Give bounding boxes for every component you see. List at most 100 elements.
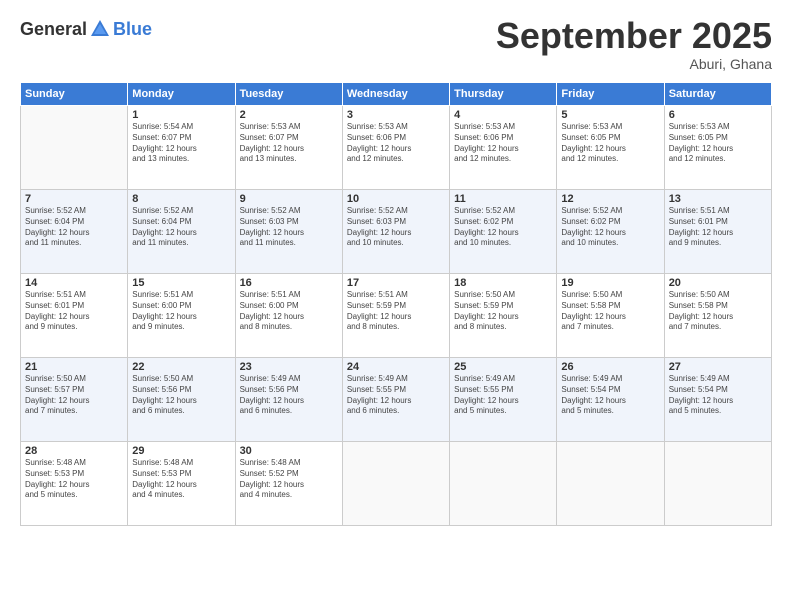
table-row: 19Sunrise: 5:50 AM Sunset: 5:58 PM Dayli… bbox=[557, 274, 664, 358]
day-info: Sunrise: 5:51 AM Sunset: 6:01 PM Dayligh… bbox=[25, 290, 123, 333]
day-number: 30 bbox=[240, 445, 338, 457]
day-number: 26 bbox=[561, 361, 659, 373]
day-info: Sunrise: 5:49 AM Sunset: 5:55 PM Dayligh… bbox=[454, 374, 552, 417]
table-row bbox=[664, 442, 771, 526]
day-number: 14 bbox=[25, 277, 123, 289]
logo-icon bbox=[89, 18, 111, 40]
day-info: Sunrise: 5:48 AM Sunset: 5:53 PM Dayligh… bbox=[25, 458, 123, 501]
table-row: 16Sunrise: 5:51 AM Sunset: 6:00 PM Dayli… bbox=[235, 274, 342, 358]
day-info: Sunrise: 5:53 AM Sunset: 6:06 PM Dayligh… bbox=[454, 122, 552, 165]
day-info: Sunrise: 5:54 AM Sunset: 6:07 PM Dayligh… bbox=[132, 122, 230, 165]
day-info: Sunrise: 5:52 AM Sunset: 6:04 PM Dayligh… bbox=[132, 206, 230, 249]
day-number: 28 bbox=[25, 445, 123, 457]
table-row: 2Sunrise: 5:53 AM Sunset: 6:07 PM Daylig… bbox=[235, 106, 342, 190]
table-row: 20Sunrise: 5:50 AM Sunset: 5:58 PM Dayli… bbox=[664, 274, 771, 358]
day-info: Sunrise: 5:50 AM Sunset: 5:58 PM Dayligh… bbox=[669, 290, 767, 333]
day-info: Sunrise: 5:49 AM Sunset: 5:56 PM Dayligh… bbox=[240, 374, 338, 417]
day-info: Sunrise: 5:51 AM Sunset: 6:00 PM Dayligh… bbox=[240, 290, 338, 333]
table-row: 13Sunrise: 5:51 AM Sunset: 6:01 PM Dayli… bbox=[664, 190, 771, 274]
day-info: Sunrise: 5:50 AM Sunset: 5:57 PM Dayligh… bbox=[25, 374, 123, 417]
day-info: Sunrise: 5:53 AM Sunset: 6:06 PM Dayligh… bbox=[347, 122, 445, 165]
day-number: 12 bbox=[561, 193, 659, 205]
day-number: 13 bbox=[669, 193, 767, 205]
day-info: Sunrise: 5:49 AM Sunset: 5:54 PM Dayligh… bbox=[669, 374, 767, 417]
day-number: 22 bbox=[132, 361, 230, 373]
day-number: 9 bbox=[240, 193, 338, 205]
table-row bbox=[557, 442, 664, 526]
table-row bbox=[21, 106, 128, 190]
day-info: Sunrise: 5:53 AM Sunset: 6:05 PM Dayligh… bbox=[669, 122, 767, 165]
month-title: September 2025 bbox=[496, 18, 772, 54]
day-number: 7 bbox=[25, 193, 123, 205]
day-info: Sunrise: 5:48 AM Sunset: 5:52 PM Dayligh… bbox=[240, 458, 338, 501]
logo: General Blue bbox=[20, 18, 152, 40]
table-row: 18Sunrise: 5:50 AM Sunset: 5:59 PM Dayli… bbox=[450, 274, 557, 358]
table-row: 8Sunrise: 5:52 AM Sunset: 6:04 PM Daylig… bbox=[128, 190, 235, 274]
day-number: 27 bbox=[669, 361, 767, 373]
day-info: Sunrise: 5:49 AM Sunset: 5:54 PM Dayligh… bbox=[561, 374, 659, 417]
day-info: Sunrise: 5:52 AM Sunset: 6:03 PM Dayligh… bbox=[240, 206, 338, 249]
day-number: 2 bbox=[240, 109, 338, 121]
location: Aburi, Ghana bbox=[496, 56, 772, 72]
day-info: Sunrise: 5:51 AM Sunset: 6:00 PM Dayligh… bbox=[132, 290, 230, 333]
header-thursday: Thursday bbox=[450, 83, 557, 106]
day-info: Sunrise: 5:52 AM Sunset: 6:02 PM Dayligh… bbox=[454, 206, 552, 249]
day-number: 25 bbox=[454, 361, 552, 373]
day-number: 15 bbox=[132, 277, 230, 289]
table-row: 12Sunrise: 5:52 AM Sunset: 6:02 PM Dayli… bbox=[557, 190, 664, 274]
header: General Blue September 2025 Aburi, Ghana bbox=[20, 18, 772, 72]
day-number: 8 bbox=[132, 193, 230, 205]
day-info: Sunrise: 5:50 AM Sunset: 5:58 PM Dayligh… bbox=[561, 290, 659, 333]
day-number: 6 bbox=[669, 109, 767, 121]
day-number: 16 bbox=[240, 277, 338, 289]
day-info: Sunrise: 5:52 AM Sunset: 6:03 PM Dayligh… bbox=[347, 206, 445, 249]
table-row: 15Sunrise: 5:51 AM Sunset: 6:00 PM Dayli… bbox=[128, 274, 235, 358]
header-friday: Friday bbox=[557, 83, 664, 106]
day-number: 3 bbox=[347, 109, 445, 121]
day-info: Sunrise: 5:51 AM Sunset: 6:01 PM Dayligh… bbox=[669, 206, 767, 249]
calendar-week-row: 28Sunrise: 5:48 AM Sunset: 5:53 PM Dayli… bbox=[21, 442, 772, 526]
day-number: 10 bbox=[347, 193, 445, 205]
day-number: 4 bbox=[454, 109, 552, 121]
day-info: Sunrise: 5:53 AM Sunset: 6:07 PM Dayligh… bbox=[240, 122, 338, 165]
day-number: 17 bbox=[347, 277, 445, 289]
day-number: 20 bbox=[669, 277, 767, 289]
table-row: 9Sunrise: 5:52 AM Sunset: 6:03 PM Daylig… bbox=[235, 190, 342, 274]
day-info: Sunrise: 5:51 AM Sunset: 5:59 PM Dayligh… bbox=[347, 290, 445, 333]
day-info: Sunrise: 5:53 AM Sunset: 6:05 PM Dayligh… bbox=[561, 122, 659, 165]
table-row: 27Sunrise: 5:49 AM Sunset: 5:54 PM Dayli… bbox=[664, 358, 771, 442]
day-info: Sunrise: 5:48 AM Sunset: 5:53 PM Dayligh… bbox=[132, 458, 230, 501]
calendar-week-row: 1Sunrise: 5:54 AM Sunset: 6:07 PM Daylig… bbox=[21, 106, 772, 190]
logo-text-general: General bbox=[20, 19, 87, 40]
calendar-week-row: 7 Sunrise: 5:52 AM Sunset: 6:04 PM Daylig… bbox=[21, 190, 772, 274]
table-row: 17Sunrise: 5:51 AM Sunset: 5:59 PM Dayli… bbox=[342, 274, 449, 358]
day-number: 5 bbox=[561, 109, 659, 121]
calendar-week-row: 14Sunrise: 5:51 AM Sunset: 6:01 PM Dayli… bbox=[21, 274, 772, 358]
day-info: Sunrise: 5:49 AM Sunset: 5:55 PM Dayligh… bbox=[347, 374, 445, 417]
calendar: Sunday Monday Tuesday Wednesday Thursday… bbox=[20, 82, 772, 526]
table-row: 26Sunrise: 5:49 AM Sunset: 5:54 PM Dayli… bbox=[557, 358, 664, 442]
table-row: 28Sunrise: 5:48 AM Sunset: 5:53 PM Dayli… bbox=[21, 442, 128, 526]
title-block: September 2025 Aburi, Ghana bbox=[496, 18, 772, 72]
table-row: 3Sunrise: 5:53 AM Sunset: 6:06 PM Daylig… bbox=[342, 106, 449, 190]
day-info: Sunrise: 5:50 AM Sunset: 5:56 PM Dayligh… bbox=[132, 374, 230, 417]
header-saturday: Saturday bbox=[664, 83, 771, 106]
table-row: 24Sunrise: 5:49 AM Sunset: 5:55 PM Dayli… bbox=[342, 358, 449, 442]
table-row: 5Sunrise: 5:53 AM Sunset: 6:05 PM Daylig… bbox=[557, 106, 664, 190]
page: General Blue September 2025 Aburi, Ghana… bbox=[0, 0, 792, 612]
logo-text-blue: Blue bbox=[113, 19, 152, 40]
table-row: 21Sunrise: 5:50 AM Sunset: 5:57 PM Dayli… bbox=[21, 358, 128, 442]
calendar-week-row: 21Sunrise: 5:50 AM Sunset: 5:57 PM Dayli… bbox=[21, 358, 772, 442]
day-number: 19 bbox=[561, 277, 659, 289]
day-number: 29 bbox=[132, 445, 230, 457]
table-row: 25Sunrise: 5:49 AM Sunset: 5:55 PM Dayli… bbox=[450, 358, 557, 442]
day-number: 18 bbox=[454, 277, 552, 289]
table-row: 4Sunrise: 5:53 AM Sunset: 6:06 PM Daylig… bbox=[450, 106, 557, 190]
day-number: 21 bbox=[25, 361, 123, 373]
table-row: 29Sunrise: 5:48 AM Sunset: 5:53 PM Dayli… bbox=[128, 442, 235, 526]
table-row: 30Sunrise: 5:48 AM Sunset: 5:52 PM Dayli… bbox=[235, 442, 342, 526]
header-tuesday: Tuesday bbox=[235, 83, 342, 106]
table-row: 22Sunrise: 5:50 AM Sunset: 5:56 PM Dayli… bbox=[128, 358, 235, 442]
table-row bbox=[450, 442, 557, 526]
day-info: Sunrise: 5:52 AM Sunset: 6:02 PM Dayligh… bbox=[561, 206, 659, 249]
